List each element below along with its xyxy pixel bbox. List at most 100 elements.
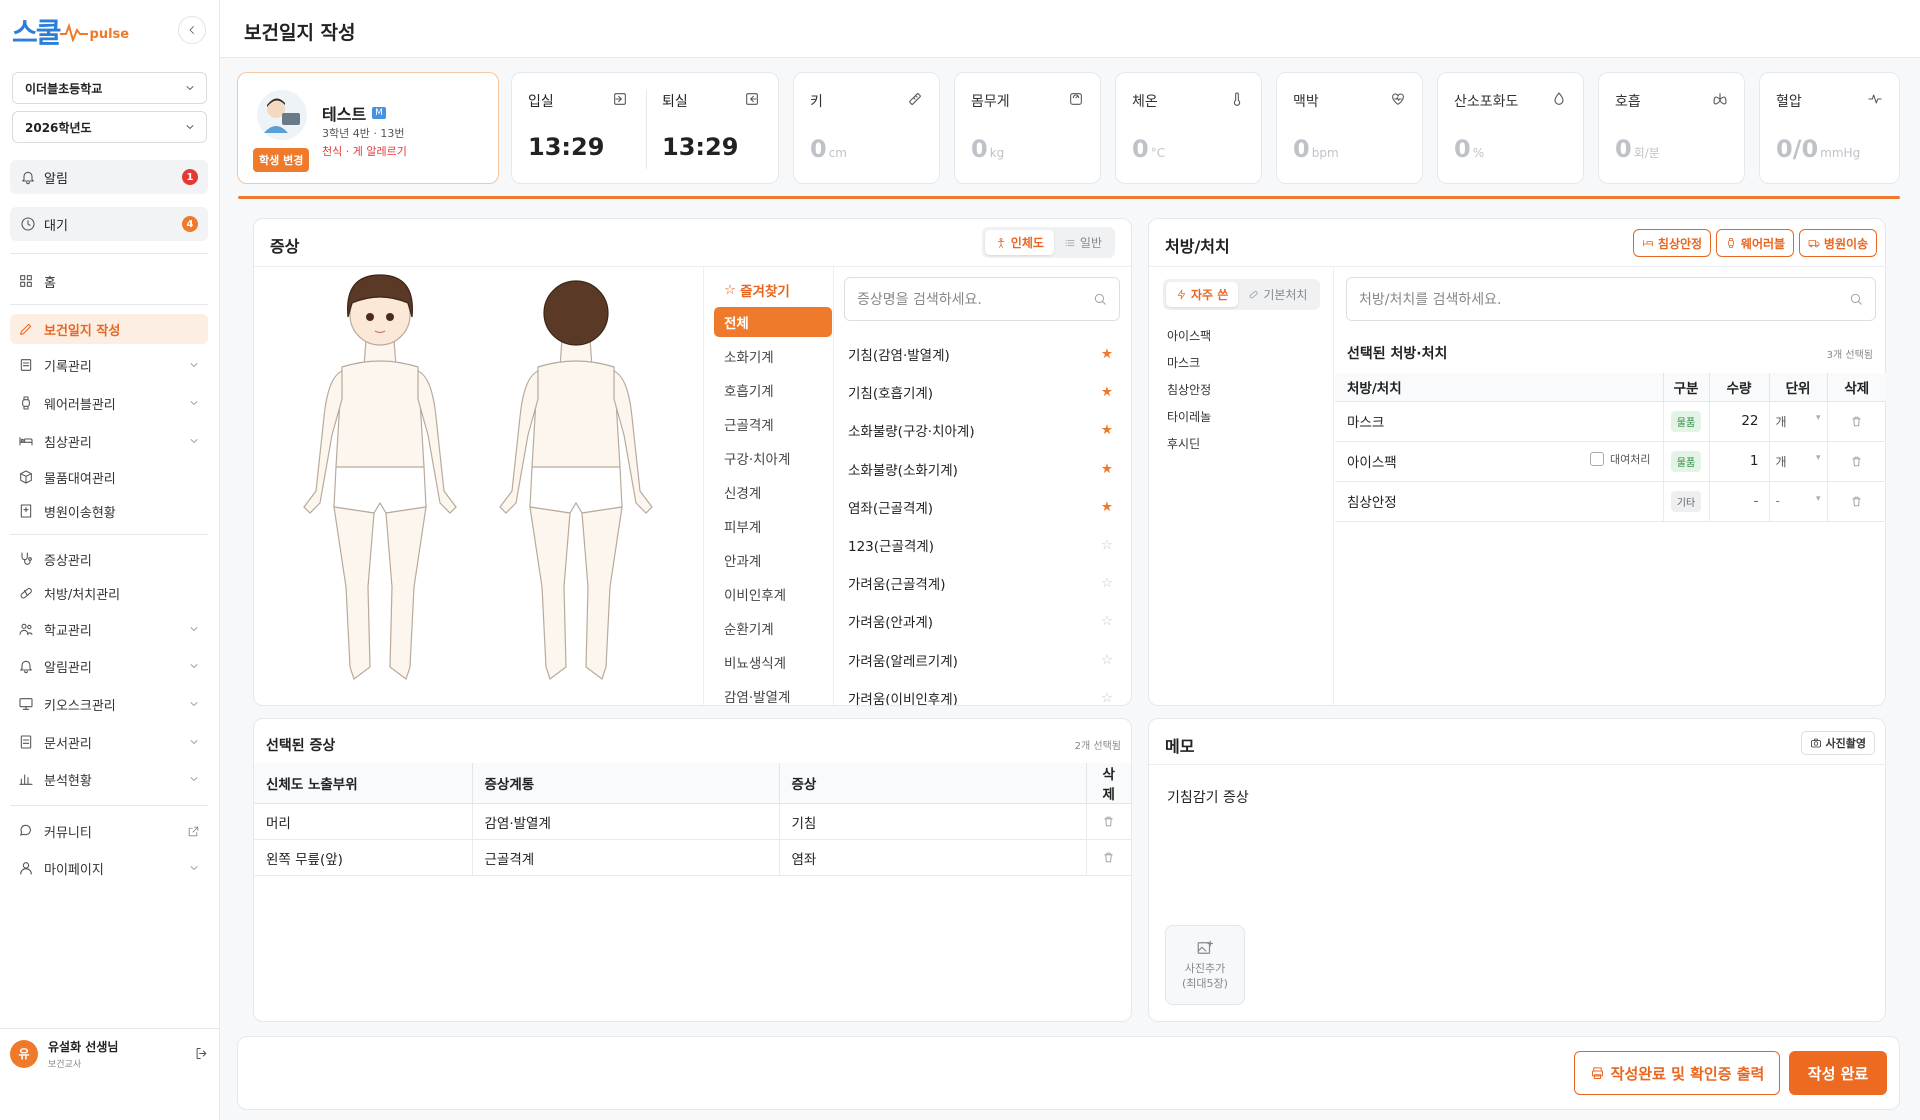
app-logo[interactable]: 스쿨 pulse [12, 12, 129, 48]
star-filled-icon[interactable]: ★ [1101, 499, 1113, 515]
trash-icon[interactable] [1850, 415, 1863, 428]
symptom-search-input[interactable]: 증상명을 검색하세요. [844, 277, 1120, 321]
quick-treatment-item[interactable]: 타이레놀 [1167, 408, 1211, 425]
quick-treatment-item[interactable]: 침상안정 [1167, 381, 1211, 398]
trash-icon[interactable] [1102, 815, 1115, 828]
vital-weight[interactable]: 몸무게 0 kg [954, 72, 1101, 184]
category-item[interactable]: 전체 [714, 307, 832, 337]
category-item[interactable]: 구강·치아계 [714, 443, 832, 473]
logout-icon[interactable] [194, 1046, 209, 1061]
unit-select[interactable]: 개 ▾ [1769, 441, 1828, 482]
toggle-body-diagram[interactable]: 인체도 [984, 230, 1054, 255]
category-item[interactable]: 소화기계 [714, 341, 832, 371]
category-item[interactable]: 감염·발열계 [714, 681, 832, 705]
nav-hospital-transfer[interactable]: 병원이송현황 [10, 496, 208, 526]
star-outline-icon[interactable]: ☆ [1101, 690, 1113, 705]
vital-oxygen[interactable]: 산소포화도 0% [1437, 72, 1584, 184]
symptom-item[interactable]: 기침(감염·발열계) ★ [848, 339, 1113, 369]
symptom-item[interactable]: 123(근골격계) ☆ [848, 530, 1113, 560]
wait-button[interactable]: 대기 4 [10, 207, 208, 241]
vital-blood-pressure[interactable]: 혈압 0/0 mmHg [1759, 72, 1900, 184]
quantity-input[interactable]: 1 [1709, 441, 1770, 482]
quick-treatment-item[interactable]: 아이스팩 [1167, 327, 1211, 344]
add-photo-button[interactable]: 사진추가 (최대5장) [1165, 925, 1245, 1005]
nav-rentals[interactable]: 물품대여관리 [10, 462, 208, 492]
hospital-transfer-button[interactable]: 병원이송 [1799, 229, 1877, 257]
symptom-item[interactable]: 기침(호흡기계) ★ [848, 377, 1113, 407]
star-filled-icon[interactable]: ★ [1101, 422, 1113, 438]
category-item[interactable]: 호흡기계 [714, 375, 832, 405]
symptom-item[interactable]: 소화불량(구강·치아계) ★ [848, 415, 1113, 445]
check-out-time[interactable]: 13:29 [662, 133, 738, 161]
nav-treatments[interactable]: 처방/처치관리 [10, 578, 208, 608]
nav-home[interactable]: 홈 [10, 266, 208, 296]
take-photo-button[interactable]: 사진촬영 [1800, 731, 1875, 755]
star-filled-icon[interactable]: ★ [1101, 461, 1113, 477]
vital-height[interactable]: 키 0 cm [793, 72, 940, 184]
vital-respiration[interactable]: 호흡 0 회/분 [1598, 72, 1745, 184]
category-item[interactable]: 순환기계 [714, 613, 832, 643]
vital-temperature[interactable]: 체온 0 °C [1115, 72, 1262, 184]
check-in-time[interactable]: 13:29 [528, 133, 604, 161]
category-item[interactable]: 근골격계 [714, 409, 832, 439]
rental-checkbox[interactable]: 대여처리 [1590, 451, 1651, 467]
alert-button[interactable]: 알림 1 [10, 160, 208, 194]
favorites-category[interactable]: ☆ 즐겨찾기 [714, 275, 832, 305]
symptom-item[interactable]: 염좌(근골격계) ★ [848, 492, 1113, 522]
nav-community[interactable]: 커뮤니티 [10, 816, 208, 846]
star-outline-icon[interactable]: ☆ [1101, 575, 1113, 591]
body-back-figure[interactable] [499, 280, 653, 680]
nav-records[interactable]: 기록관리 [10, 350, 208, 380]
quick-treatment-item[interactable]: 후시딘 [1167, 435, 1200, 452]
category-item[interactable]: 신경계 [714, 477, 832, 507]
complete-and-print-button[interactable]: 작성완료 및 확인증 출력 [1574, 1051, 1780, 1095]
nav-school[interactable]: 학교관리 [10, 614, 208, 644]
change-student-button[interactable]: 학생 변경 [253, 148, 310, 172]
nav-mypage[interactable]: 마이페이지 [10, 853, 208, 883]
toggle-normal-list[interactable]: 일반 [1054, 230, 1112, 255]
star-outline-icon[interactable]: ☆ [1101, 613, 1113, 629]
logo-korean: 스쿨 [12, 16, 62, 49]
star-outline-icon[interactable]: ☆ [1101, 652, 1113, 668]
nav-health-log-write[interactable]: 보건일지 작성 [10, 314, 208, 344]
body-front-figure[interactable] [303, 274, 457, 680]
star-outline-icon[interactable]: ☆ [1101, 537, 1113, 553]
bed-rest-button[interactable]: 침상안정 [1633, 229, 1711, 257]
treatment-search-input[interactable]: 처방/처치를 검색하세요. [1346, 277, 1876, 321]
nav-kiosk[interactable]: 키오스크관리 [10, 689, 208, 719]
symptom-item[interactable]: 가려움(근골격계) ☆ [848, 568, 1113, 598]
category-item[interactable]: 피부계 [714, 511, 832, 541]
unit-select[interactable]: - ▾ [1769, 481, 1828, 522]
category-item[interactable]: 안과계 [714, 545, 832, 575]
toggle-frequent[interactable]: 자주 쓴 [1166, 282, 1239, 307]
quantity-input[interactable]: - [1709, 481, 1770, 522]
school-select[interactable]: 이더블초등학교 [12, 72, 207, 104]
sidebar-collapse-button[interactable] [178, 16, 206, 44]
quick-treatment-item[interactable]: 마스크 [1167, 354, 1200, 371]
vital-pulse[interactable]: 맥박 0 bpm [1276, 72, 1423, 184]
symptom-item[interactable]: 가려움(알레르기계) ☆ [848, 645, 1113, 675]
nav-documents[interactable]: 문서관리 [10, 727, 208, 757]
star-filled-icon[interactable]: ★ [1101, 384, 1113, 400]
complete-button[interactable]: 작성 완료 [1789, 1051, 1887, 1095]
trash-icon[interactable] [1850, 455, 1863, 468]
wearable-button[interactable]: 웨어러블 [1716, 229, 1794, 257]
quantity-input[interactable]: 22 [1709, 401, 1770, 442]
category-item[interactable]: 비뇨생식계 [714, 647, 832, 677]
symptom-item[interactable]: 가려움(이비인후계) ☆ [848, 683, 1113, 705]
symptom-item[interactable]: 소화불량(소화기계) ★ [848, 454, 1113, 484]
year-select[interactable]: 2026학년도 [12, 111, 207, 143]
nav-symptoms[interactable]: 증상관리 [10, 544, 208, 574]
unit-select[interactable]: 개 ▾ [1769, 401, 1828, 442]
nav-alert-mgmt[interactable]: 알림관리 [10, 651, 208, 681]
star-filled-icon[interactable]: ★ [1101, 346, 1113, 362]
trash-icon[interactable] [1102, 851, 1115, 864]
toggle-basic[interactable]: 기본처치 [1238, 282, 1317, 307]
trash-icon[interactable] [1850, 495, 1863, 508]
category-item[interactable]: 이비인후계 [714, 579, 832, 609]
memo-textarea[interactable]: 기침감기 증상 [1167, 787, 1249, 807]
symptom-item[interactable]: 가려움(안과계) ☆ [848, 606, 1113, 636]
nav-beds[interactable]: 침상관리 [10, 426, 208, 456]
nav-analytics[interactable]: 분석현황 [10, 764, 208, 794]
nav-wearables[interactable]: 웨어러블관리 [10, 388, 208, 418]
